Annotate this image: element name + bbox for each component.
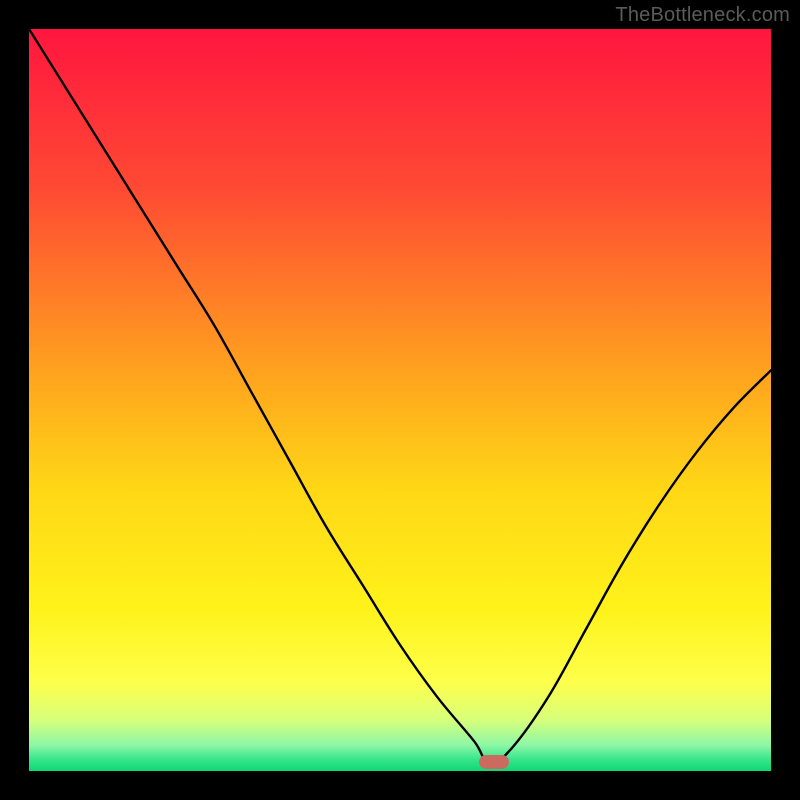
chart-frame: TheBottleneck.com: [0, 0, 800, 800]
optimum-marker: [479, 755, 509, 769]
attribution-watermark: TheBottleneck.com: [615, 4, 790, 27]
plot-area: [29, 29, 771, 771]
bottleneck-curve: [29, 29, 771, 771]
